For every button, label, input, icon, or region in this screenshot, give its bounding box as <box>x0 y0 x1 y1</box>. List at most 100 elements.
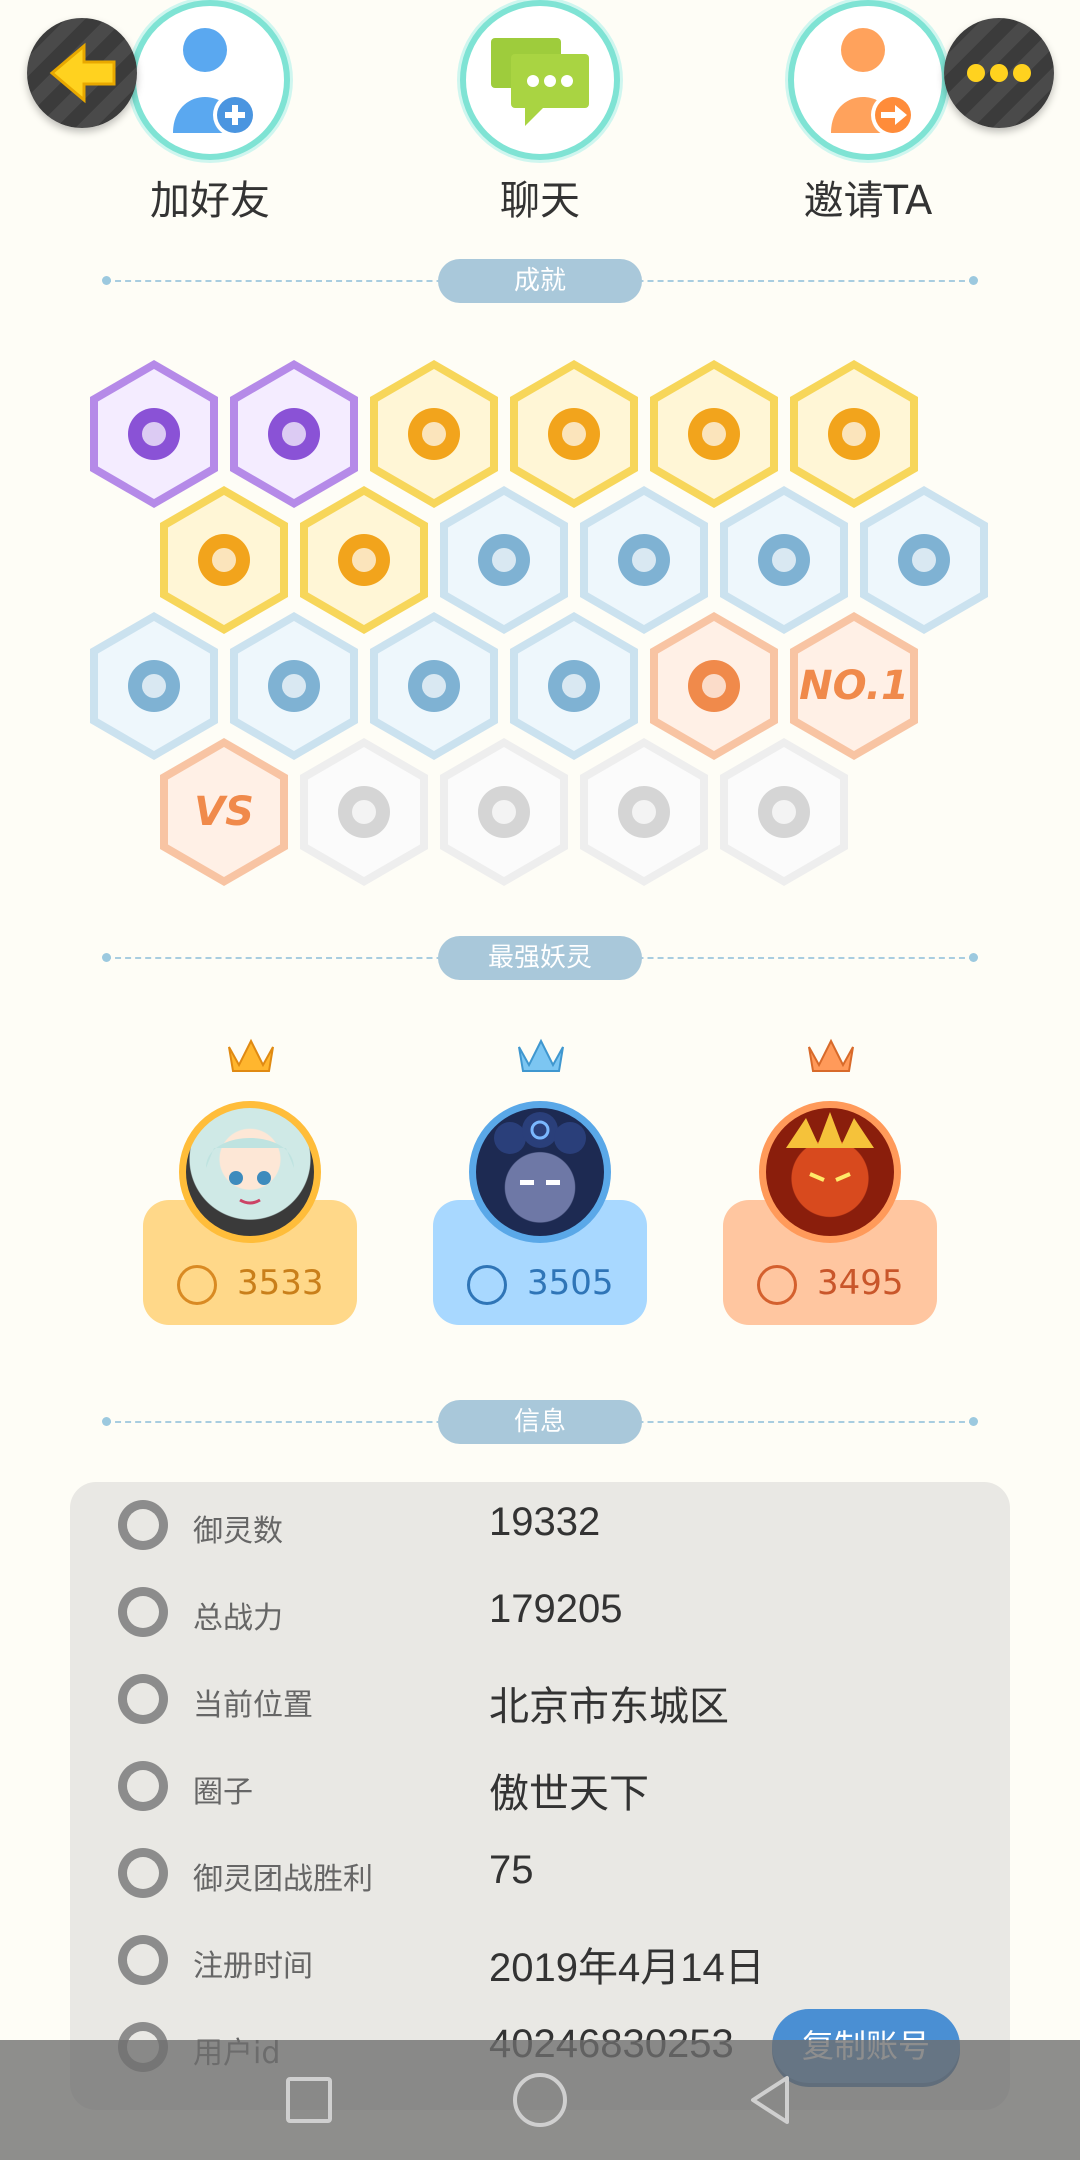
achievement-badge[interactable] <box>90 612 218 760</box>
info-title: 信息 <box>438 1400 642 1444</box>
location-pin-icon <box>118 1674 168 1724</box>
achievement-badge[interactable] <box>440 486 568 634</box>
demon-pedestal-icon <box>658 621 770 751</box>
badge-text: VS <box>194 789 254 835</box>
achievement-badge[interactable] <box>300 738 428 886</box>
target-shield-icon <box>238 621 350 751</box>
add-friend-action[interactable]: 加好友 <box>100 0 320 226</box>
achievement-badge[interactable] <box>230 612 358 760</box>
top-spirit-card[interactable]: 3495 <box>723 1035 937 1325</box>
info-row-circle: 圈子 傲世天下 <box>70 1743 1010 1830</box>
spirit-avatar <box>179 1101 321 1243</box>
info-value: 2019年4月14日 <box>489 1946 765 1990</box>
chat-action[interactable]: 聊天 <box>430 0 650 226</box>
achievement-badge[interactable]: VS <box>160 738 288 886</box>
clock-icon <box>118 1935 168 1985</box>
achievement-badge[interactable] <box>370 612 498 760</box>
info-value: 179205 <box>489 1587 623 1631</box>
back-triangle-icon[interactable] <box>741 2070 801 2130</box>
spirit-power: 3533 <box>237 1263 324 1303</box>
achievement-badge[interactable] <box>510 360 638 508</box>
dancing-fox-icon <box>658 369 770 499</box>
achievement-badge[interactable] <box>230 360 358 508</box>
info-row-spirit-count: 御灵数 19332 <box>70 1482 1010 1569</box>
circle-target-icon <box>118 1761 168 1811</box>
top-spirits-header: 最强妖灵 <box>102 936 978 980</box>
sword-power-icon <box>177 1265 217 1305</box>
info-value: 傲世天下 <box>489 1772 649 1816</box>
lion-emblem-icon <box>308 747 420 877</box>
add-friend-label: 加好友 <box>150 178 270 224</box>
achievement-badge[interactable] <box>300 486 428 634</box>
info-row-location: 当前位置 北京市东城区 <box>70 1656 1010 1743</box>
info-key: 圈子 <box>193 1775 253 1810</box>
invite-label: 邀请TA <box>803 178 933 224</box>
achievement-badge[interactable] <box>440 738 568 886</box>
divider-dot <box>102 953 111 962</box>
achievements-header: 成就 <box>102 259 978 303</box>
info-key: 当前位置 <box>193 1688 313 1723</box>
divider-dot <box>969 953 978 962</box>
taiji-book-icon <box>798 369 910 499</box>
spirit-avatar <box>759 1101 901 1243</box>
info-value: 75 <box>489 1848 534 1892</box>
achievement-badge[interactable] <box>720 486 848 634</box>
info-row-total-power: 总战力 179205 <box>70 1569 1010 1656</box>
golden-blob-icon <box>308 495 420 625</box>
invite-action[interactable]: 邀请TA <box>758 0 978 226</box>
achievement-badge[interactable] <box>90 360 218 508</box>
sword-power-icon <box>757 1265 797 1305</box>
achievement-badge[interactable] <box>510 612 638 760</box>
yin-yang-swirl-icon <box>238 369 350 499</box>
recent-apps-icon[interactable] <box>279 2070 339 2130</box>
gold-crown-icon <box>228 1038 274 1072</box>
achievement-badge[interactable] <box>650 360 778 508</box>
fox-book-icon <box>518 621 630 751</box>
info-value: 北京市东城区 <box>489 1685 729 1729</box>
devil-face-icon <box>98 369 210 499</box>
achievement-badge[interactable]: NO.1 <box>790 612 918 760</box>
achievement-badge[interactable] <box>160 486 288 634</box>
no1-icon: NO.1 <box>798 621 910 751</box>
home-icon[interactable] <box>510 2070 570 2130</box>
hearts-couple-icon <box>588 747 700 877</box>
achievements-title: 成就 <box>438 259 642 303</box>
sun-pin-icon <box>378 369 490 499</box>
spirit-power: 3495 <box>817 1263 904 1303</box>
arrow-left-icon <box>49 42 116 104</box>
moon-planet-icon <box>588 495 700 625</box>
achievement-badge[interactable] <box>580 738 708 886</box>
info-key: 御灵团战胜利 <box>193 1862 373 1897</box>
achievement-badge[interactable] <box>580 486 708 634</box>
info-panel: 御灵数 19332 总战力 179205 当前位置 北京市东城区 圈子 傲世天下… <box>70 1482 1010 2110</box>
cat-silhouettes-icon <box>378 621 490 751</box>
cat-stroller-icon <box>98 621 210 751</box>
golden-dragon-icon <box>168 495 280 625</box>
sword-power-icon <box>118 1587 168 1637</box>
achievement-badge[interactable] <box>370 360 498 508</box>
divider-dot <box>969 1417 978 1426</box>
spirit-avatar <box>469 1101 611 1243</box>
info-row-team-wins: 御灵团战胜利 75 <box>70 1830 1010 1917</box>
info-value: 19332 <box>489 1500 601 1544</box>
divider-dot <box>102 276 111 285</box>
divider-dot <box>969 276 978 285</box>
achievement-badge[interactable] <box>790 360 918 508</box>
more-button[interactable] <box>944 18 1054 128</box>
top-spirit-card[interactable]: 3533 <box>143 1035 357 1325</box>
back-button[interactable] <box>27 18 137 128</box>
top-spirit-card[interactable]: 3505 <box>433 1035 647 1325</box>
sneaker-icon <box>448 495 560 625</box>
orange-crown-icon <box>808 1038 854 1072</box>
top-spirits-title: 最强妖灵 <box>438 936 642 980</box>
achievement-badge[interactable] <box>650 612 778 760</box>
team-victory-icon <box>118 1848 168 1898</box>
system-navbar <box>0 2040 1080 2160</box>
crossed-swords-icon <box>448 747 560 877</box>
achievement-badge[interactable] <box>860 486 988 634</box>
chat-label: 聊天 <box>500 178 580 224</box>
info-key: 注册时间 <box>193 1949 313 1984</box>
achievement-badge[interactable] <box>720 738 848 886</box>
spirit-count-icon <box>118 1500 168 1550</box>
vs-icon: VS <box>168 747 280 877</box>
